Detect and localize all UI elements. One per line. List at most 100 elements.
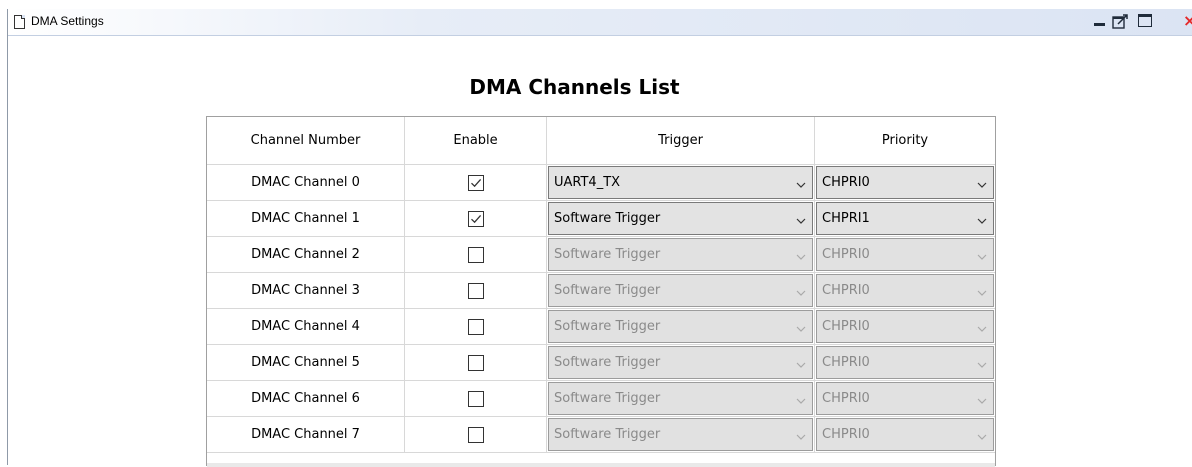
chevron-down-icon	[796, 286, 806, 296]
priority-cell: CHPRI0	[815, 309, 995, 345]
chevron-down-icon	[977, 178, 987, 188]
trigger-value: Software Trigger	[554, 427, 661, 442]
title-bar[interactable]: DMA Settings ×	[8, 9, 1192, 36]
enable-cell	[405, 165, 547, 201]
enable-checkbox[interactable]	[468, 247, 484, 263]
dma-channels-table: Channel Number Enable Trigger Priority D…	[206, 116, 996, 467]
priority-value: CHPRI0	[822, 391, 870, 406]
priority-dropdown[interactable]: CHPRI0	[816, 274, 994, 307]
priority-cell: CHPRI0	[815, 273, 995, 309]
chevron-down-icon	[796, 430, 806, 440]
window-title: DMA Settings	[31, 14, 104, 28]
table-row: DMAC Channel 3 Software Trigger CHPRI0	[207, 273, 995, 309]
priority-dropdown[interactable]: CHPRI0	[816, 418, 994, 451]
trigger-dropdown[interactable]: Software Trigger	[548, 346, 813, 379]
table-row: DMAC Channel 2 Software Trigger CHPRI0	[207, 237, 995, 273]
enable-cell	[405, 237, 547, 273]
chevron-down-icon	[977, 250, 987, 260]
priority-dropdown[interactable]: CHPRI0	[816, 238, 994, 271]
chevron-down-icon	[796, 250, 806, 260]
chevron-down-icon	[977, 214, 987, 224]
column-header-enable: Enable	[405, 117, 547, 165]
trigger-value: Software Trigger	[554, 247, 661, 262]
table-row: DMAC Channel 6 Software Trigger CHPRI0	[207, 381, 995, 417]
table-row: DMAC Channel 0 UART4_TX CHPRI0	[207, 165, 995, 201]
priority-cell: CHPRI0	[815, 345, 995, 381]
maximize-icon[interactable]	[1138, 13, 1154, 29]
enable-checkbox[interactable]	[468, 355, 484, 371]
priority-dropdown[interactable]: CHPRI0	[816, 310, 994, 343]
priority-value: CHPRI0	[822, 175, 870, 190]
detach-icon[interactable]	[1112, 13, 1130, 29]
enable-cell	[405, 345, 547, 381]
trigger-value: Software Trigger	[554, 211, 661, 226]
horizontal-scrollbar[interactable]	[207, 463, 995, 467]
chevron-down-icon	[977, 394, 987, 404]
priority-dropdown[interactable]: CHPRI0	[816, 382, 994, 415]
priority-cell: CHPRI0	[815, 237, 995, 273]
minimize-icon[interactable]	[1093, 13, 1107, 29]
table-row: DMAC Channel 4 Software Trigger CHPRI0	[207, 309, 995, 345]
enable-checkbox[interactable]	[468, 427, 484, 443]
trigger-value: Software Trigger	[554, 283, 661, 298]
priority-dropdown[interactable]: CHPRI0	[816, 166, 994, 199]
chevron-down-icon	[977, 322, 987, 332]
enable-checkbox[interactable]	[468, 319, 484, 335]
trigger-cell: Software Trigger	[547, 381, 815, 417]
chevron-down-icon	[796, 394, 806, 404]
enable-checkbox[interactable]	[468, 283, 484, 299]
table-row: DMAC Channel 7 Software Trigger CHPRI0	[207, 417, 995, 453]
trigger-cell: Software Trigger	[547, 417, 815, 453]
enable-cell	[405, 381, 547, 417]
priority-dropdown[interactable]: CHPRI1	[816, 202, 994, 235]
chevron-down-icon	[977, 430, 987, 440]
trigger-cell: Software Trigger	[547, 237, 815, 273]
chevron-down-icon	[796, 214, 806, 224]
enable-cell	[405, 417, 547, 453]
enable-checkbox[interactable]	[468, 391, 484, 407]
channel-number-cell: DMAC Channel 5	[207, 345, 405, 381]
channel-number-cell: DMAC Channel 1	[207, 201, 405, 237]
trigger-dropdown[interactable]: Software Trigger	[548, 274, 813, 307]
trigger-dropdown[interactable]: Software Trigger	[548, 418, 813, 451]
priority-cell: CHPRI1	[815, 201, 995, 237]
trigger-dropdown[interactable]: Software Trigger	[548, 238, 813, 271]
dma-settings-window: DMA Settings × DMA Channels List Channel…	[7, 9, 1192, 467]
channel-number-cell: DMAC Channel 3	[207, 273, 405, 309]
trigger-value: Software Trigger	[554, 355, 661, 370]
trigger-cell: Software Trigger	[547, 273, 815, 309]
document-icon	[14, 15, 25, 29]
column-header-trigger: Trigger	[547, 117, 815, 165]
trigger-dropdown[interactable]: Software Trigger	[548, 202, 813, 235]
chevron-down-icon	[796, 178, 806, 188]
trigger-cell: Software Trigger	[547, 345, 815, 381]
trigger-value: Software Trigger	[554, 391, 661, 406]
priority-dropdown[interactable]: CHPRI0	[816, 346, 994, 379]
enable-checkbox[interactable]	[468, 175, 484, 191]
chevron-down-icon	[796, 322, 806, 332]
priority-cell: CHPRI0	[815, 381, 995, 417]
chevron-down-icon	[977, 358, 987, 368]
channel-number-cell: DMAC Channel 0	[207, 165, 405, 201]
priority-value: CHPRI0	[822, 355, 870, 370]
priority-cell: CHPRI0	[815, 165, 995, 201]
close-icon[interactable]: ×	[1183, 13, 1192, 29]
enable-checkbox[interactable]	[468, 211, 484, 227]
enable-cell	[405, 309, 547, 345]
trigger-dropdown[interactable]: Software Trigger	[548, 310, 813, 343]
chevron-down-icon	[796, 358, 806, 368]
priority-cell: CHPRI0	[815, 417, 995, 453]
column-header-channel-number: Channel Number	[207, 117, 405, 165]
priority-value: CHPRI0	[822, 247, 870, 262]
trigger-cell: Software Trigger	[547, 201, 815, 237]
table-row: DMAC Channel 5 Software Trigger CHPRI0	[207, 345, 995, 381]
trigger-value: UART4_TX	[554, 175, 621, 190]
priority-value: CHPRI0	[822, 283, 870, 298]
trigger-cell: UART4_TX	[547, 165, 815, 201]
table-row: DMAC Channel 1 Software Trigger CHPRI1	[207, 201, 995, 237]
trigger-cell: Software Trigger	[547, 309, 815, 345]
trigger-dropdown[interactable]: Software Trigger	[548, 382, 813, 415]
channel-number-cell: DMAC Channel 6	[207, 381, 405, 417]
trigger-value: Software Trigger	[554, 319, 661, 334]
trigger-dropdown[interactable]: UART4_TX	[548, 166, 813, 199]
